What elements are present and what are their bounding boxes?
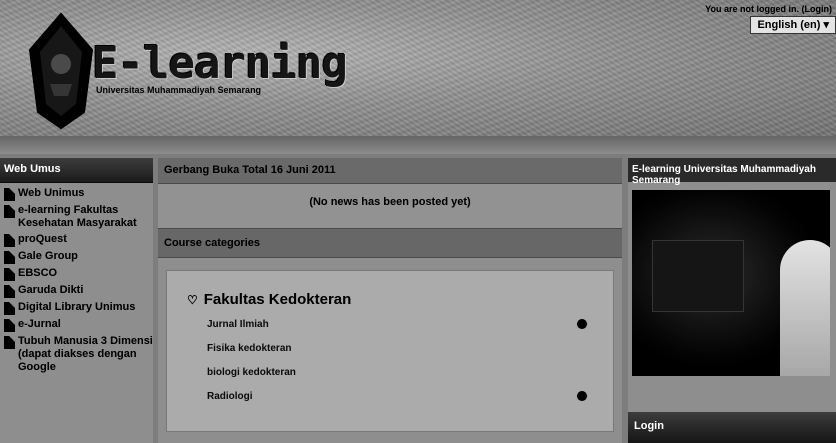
- category-icon: ♡: [187, 292, 198, 307]
- sidebar-item-digital-library[interactable]: Digital Library Unimus: [0, 301, 153, 315]
- document-icon: [4, 285, 15, 298]
- categories-heading: Course categories: [158, 228, 622, 258]
- course-link[interactable]: Jurnal Ilmiah: [207, 319, 587, 343]
- login-block-heading: Login: [628, 412, 836, 443]
- course-link[interactable]: Radiologi: [207, 391, 587, 415]
- photo-person: [780, 240, 830, 376]
- logo-icon: [28, 12, 94, 130]
- course-name: Fisika kedokteran: [207, 343, 292, 354]
- course-name: biologi kedokteran: [207, 367, 296, 378]
- sidebar-item-label: EBSCO: [18, 267, 58, 279]
- sidebar-item-tubuh-manusia[interactable]: Tubuh Manusia 3 Dimensi (dapat diakses d…: [0, 335, 153, 374]
- category-name: Fakultas Kedokteran: [203, 291, 352, 308]
- document-icon: [4, 205, 15, 218]
- brand-subtitle: Universitas Muhammadiyah Semarang: [96, 85, 262, 95]
- sidebar-item-e-jurnal[interactable]: e-Jurnal: [0, 318, 153, 332]
- document-icon: [4, 234, 15, 247]
- language-value: English (en): [757, 19, 821, 31]
- document-icon: [4, 251, 15, 264]
- course-link[interactable]: biologi kedokteran: [207, 367, 587, 391]
- sidebar-item-garuda-dikti[interactable]: Garuda Dikti: [0, 284, 153, 298]
- course-name: Radiologi: [207, 391, 253, 402]
- campus-photo: [632, 190, 830, 376]
- chevron-down-icon: ▾: [823, 19, 829, 31]
- sidebar-heading: Web Umus: [0, 158, 153, 183]
- news-empty-message: (No news has been posted yet): [158, 184, 622, 228]
- sidebar-item-label: proQuest: [18, 233, 67, 245]
- brand-title: E-learning: [92, 38, 348, 89]
- document-icon: [4, 188, 15, 201]
- header: E-learning Universitas Muhammadiyah Sema…: [0, 0, 836, 136]
- sidebar-item-elearning-fkm[interactable]: e-learning Fakultas Kesehatan Masyarakat: [0, 204, 153, 230]
- document-icon: [4, 302, 15, 315]
- course-name: Jurnal Ilmiah: [207, 319, 269, 330]
- sidebar-item-label: Web Unimus: [18, 187, 85, 199]
- sidebar-item-label: e-learning Fakultas Kesehatan Masyarakat: [18, 204, 137, 229]
- sidebar-item-label: Digital Library Unimus: [18, 301, 136, 313]
- document-icon: [4, 319, 15, 332]
- sidebar-item-gale-group[interactable]: Gale Group: [0, 250, 153, 264]
- course-list: Jurnal Ilmiah Fisika kedokteran biologi …: [207, 319, 587, 415]
- photo-screen: [652, 240, 744, 312]
- document-icon: [4, 268, 15, 281]
- news-heading: Gerbang Buka Total 16 Juni 2011: [158, 158, 622, 184]
- sidebar-item-label: Garuda Dikti: [18, 284, 84, 296]
- login-status[interactable]: You are not logged in. (Login): [705, 4, 832, 14]
- main-content: Gerbang Buka Total 16 Juni 2011 (No news…: [158, 158, 622, 443]
- sidebar-item-label: Gale Group: [18, 250, 78, 262]
- language-select[interactable]: English (en) ▾: [750, 16, 836, 34]
- document-icon: [4, 336, 15, 349]
- course-link[interactable]: Fisika kedokteran: [207, 343, 587, 367]
- course-category-box: ♡ Fakultas Kedokteran Jurnal Ilmiah Fisi…: [166, 270, 614, 432]
- sidebar-links-block: Web Umus Web Unimus e-learning Fakultas …: [0, 158, 153, 443]
- sidebar-item-label: Tubuh Manusia 3 Dimensi (dapat diakses d…: [18, 335, 153, 373]
- header-divider: [0, 136, 836, 154]
- sidebar-item-ebsco[interactable]: EBSCO: [0, 267, 153, 281]
- right-block-heading: E-learning Universitas Muhammadiyah Sema…: [628, 158, 836, 186]
- info-icon: [577, 319, 587, 329]
- sidebar-item-web-unimus[interactable]: Web Unimus: [0, 187, 153, 201]
- right-sidebar: E-learning Universitas Muhammadiyah Sema…: [628, 158, 836, 443]
- sidebar-link-list: Web Unimus e-learning Fakultas Kesehatan…: [0, 183, 153, 374]
- sidebar-item-proquest[interactable]: proQuest: [0, 233, 153, 247]
- category-fakultas-kedokteran[interactable]: ♡ Fakultas Kedokteran: [187, 291, 351, 308]
- sidebar-item-label: e-Jurnal: [18, 318, 61, 330]
- info-icon: [577, 391, 587, 401]
